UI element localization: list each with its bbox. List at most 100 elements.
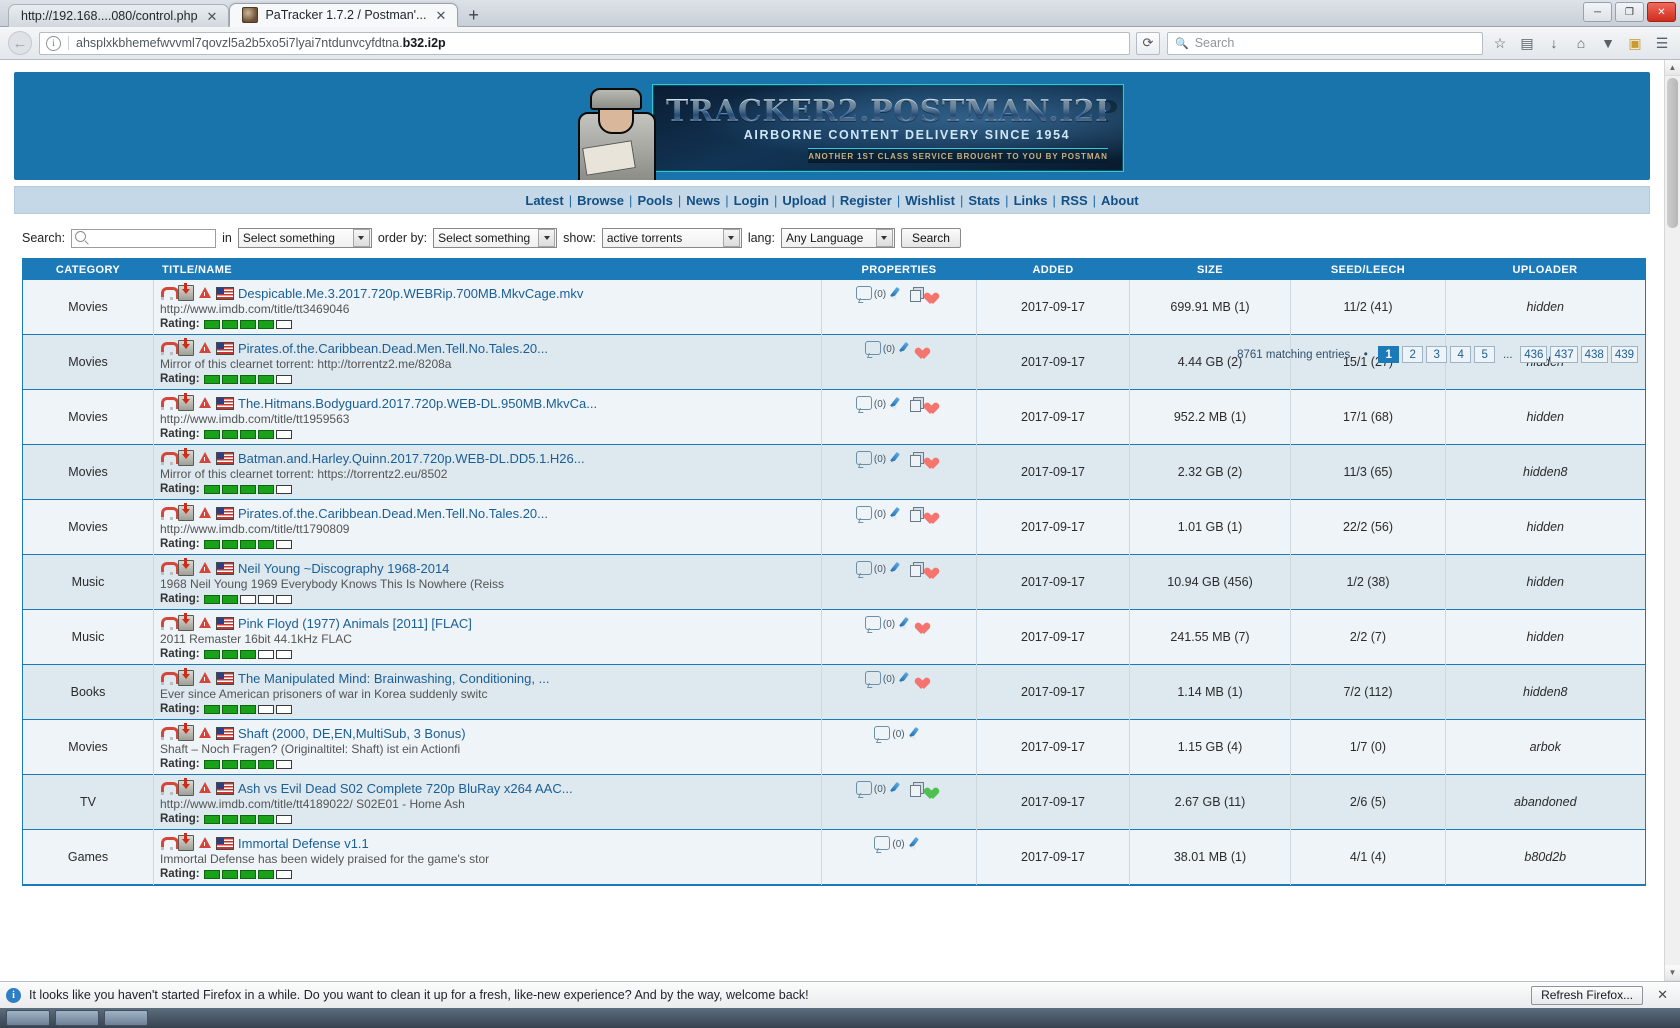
flag-us-icon[interactable] — [216, 286, 234, 300]
pen-icon[interactable] — [910, 836, 924, 850]
stack-icon[interactable] — [910, 451, 925, 467]
torrent-title-link[interactable]: Shaft (2000, DE,EN,MultiSub, 3 Bonus) — [238, 726, 466, 741]
pagination-page-4[interactable]: 4 — [1450, 346, 1472, 363]
stack-icon[interactable] — [910, 561, 925, 577]
table-row[interactable]: Games Immortal Defense v1.1 Immortal Defen… — [23, 829, 1645, 885]
table-row[interactable]: Music Neil Young ~Discography 1968-2014 19… — [23, 554, 1645, 610]
comment-icon[interactable] — [864, 671, 881, 685]
pagination-page-439[interactable]: 439 — [1610, 346, 1638, 363]
warning-icon[interactable] — [198, 396, 212, 410]
back-arrow-icon[interactable]: ← — [8, 31, 32, 55]
chevron-down-icon[interactable] — [538, 229, 556, 247]
reload-icon[interactable]: ⟳ — [1136, 31, 1160, 55]
nav-link-wishlist[interactable]: Wishlist — [905, 193, 955, 208]
heart-icon[interactable] — [928, 397, 942, 410]
torrent-title-link[interactable]: Batman.and.Harley.Quinn.2017.720p.WEB-DL… — [238, 451, 585, 466]
pen-icon[interactable] — [900, 671, 914, 685]
chevron-down-icon[interactable] — [352, 229, 370, 247]
col-added[interactable]: ADDED — [976, 259, 1130, 280]
comment-icon[interactable] — [855, 561, 872, 575]
nav-link-latest[interactable]: Latest — [525, 193, 563, 208]
download-icon[interactable] — [178, 558, 194, 576]
pen-icon[interactable] — [891, 286, 905, 300]
menu-icon[interactable]: ☰ — [1652, 33, 1672, 53]
pen-icon[interactable] — [900, 341, 914, 355]
comment-icon[interactable] — [855, 396, 872, 410]
library-icon[interactable]: ▤ — [1517, 33, 1537, 53]
warning-icon[interactable] — [198, 616, 212, 630]
stack-icon[interactable] — [910, 781, 925, 797]
comment-icon[interactable] — [855, 286, 872, 300]
flag-us-icon[interactable] — [216, 616, 234, 630]
magnet-icon[interactable] — [160, 616, 179, 630]
pagination-page-438[interactable]: 438 — [1580, 346, 1608, 363]
table-row[interactable]: Movies Despicable.Me.3.2017.720p.WEBRip.7… — [23, 280, 1645, 335]
url-bar[interactable]: i ahsplxkbhemefwvvml7qovzl5a2b5xo5i7lyai… — [39, 31, 1130, 55]
download-icon[interactable] — [178, 778, 194, 796]
flag-us-icon[interactable] — [216, 396, 234, 410]
torrent-title-link[interactable]: Pirates.of.the.Caribbean.Dead.Men.Tell.N… — [238, 506, 548, 521]
heart-icon[interactable] — [919, 672, 933, 685]
torrent-title-link[interactable]: The Manipulated Mind: Brainwashing, Cond… — [238, 671, 549, 686]
torrent-title-link[interactable]: The.Hitmans.Bodyguard.2017.720p.WEB-DL.9… — [238, 396, 597, 411]
download-icon[interactable] — [178, 723, 194, 741]
download-icon[interactable] — [178, 338, 194, 356]
flag-us-icon[interactable] — [216, 561, 234, 575]
comment-icon[interactable] — [864, 616, 881, 630]
pagination-page-1[interactable]: 1 — [1378, 346, 1400, 363]
scrollbar-thumb[interactable] — [1667, 78, 1678, 228]
pagination-page-3[interactable]: 3 — [1426, 346, 1448, 363]
flag-us-icon[interactable] — [216, 781, 234, 795]
taskbar-item[interactable] — [55, 1010, 99, 1026]
magnet-icon[interactable] — [160, 561, 179, 575]
download-icon[interactable] — [178, 668, 194, 686]
magnet-icon[interactable] — [160, 396, 179, 410]
torrent-title-link[interactable]: Despicable.Me.3.2017.720p.WEBRip.700MB.M… — [238, 286, 583, 301]
flag-us-icon[interactable] — [216, 506, 234, 520]
pen-icon[interactable] — [900, 616, 914, 630]
nav-link-upload[interactable]: Upload — [782, 193, 826, 208]
comment-icon[interactable] — [874, 836, 891, 850]
heart-icon[interactable] — [928, 562, 942, 575]
warning-icon[interactable] — [198, 671, 212, 685]
stack-icon[interactable] — [910, 396, 925, 412]
close-icon[interactable]: ✕ — [1651, 987, 1674, 1003]
comment-icon[interactable] — [864, 341, 881, 355]
flag-us-icon[interactable] — [216, 726, 234, 740]
scroll-down-icon[interactable]: ▼ — [1665, 965, 1680, 981]
heart-icon[interactable] — [928, 452, 942, 465]
heart-icon[interactable] — [928, 507, 942, 520]
heart-icon[interactable] — [928, 287, 942, 300]
info-icon[interactable]: i — [46, 35, 61, 51]
nav-link-about[interactable]: About — [1101, 193, 1139, 208]
heart-icon[interactable] — [919, 342, 933, 355]
table-row[interactable]: Books The Manipulated Mind: Brainwashing,… — [23, 664, 1645, 720]
nav-link-login[interactable]: Login — [734, 193, 769, 208]
flag-us-icon[interactable] — [216, 341, 234, 355]
torrent-title-link[interactable]: Neil Young ~Discography 1968-2014 — [238, 561, 449, 576]
nav-link-rss[interactable]: RSS — [1061, 193, 1088, 208]
downloads-icon[interactable]: ↓ — [1544, 33, 1564, 53]
magnet-icon[interactable] — [160, 506, 179, 520]
download-icon[interactable] — [178, 503, 194, 521]
pagination-page-5[interactable]: 5 — [1474, 346, 1496, 363]
download-icon[interactable] — [178, 283, 194, 301]
warning-icon[interactable] — [198, 781, 212, 795]
comment-icon[interactable] — [855, 506, 872, 520]
pagination-page-2[interactable]: 2 — [1402, 346, 1424, 363]
warning-icon[interactable] — [198, 561, 212, 575]
col-properties[interactable]: PROPERTIES — [821, 259, 977, 280]
chevron-down-icon[interactable] — [722, 229, 740, 247]
new-tab-button[interactable]: + — [458, 5, 489, 26]
browser-search-input[interactable]: 🔍 Search — [1167, 31, 1483, 55]
warning-icon[interactable] — [198, 506, 212, 520]
category-select[interactable]: Select something — [237, 228, 372, 248]
flag-us-icon[interactable] — [216, 671, 234, 685]
chevron-down-icon[interactable] — [875, 229, 893, 247]
search-button[interactable]: Search — [900, 228, 961, 248]
table-row[interactable]: Music Pink Floyd (1977) Animals [2011] [F… — [23, 609, 1645, 665]
pagination-page-437[interactable]: 437 — [1550, 346, 1578, 363]
search-input[interactable] — [71, 228, 217, 248]
table-row[interactable]: Movies Pirates.of.the.Caribbean.Dead.Men.… — [23, 499, 1645, 555]
pen-icon[interactable] — [891, 781, 905, 795]
